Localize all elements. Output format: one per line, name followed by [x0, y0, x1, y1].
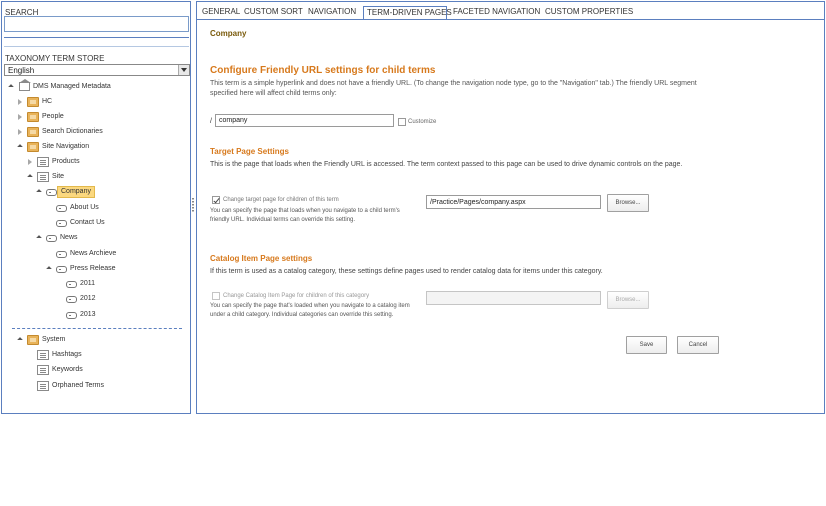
target-page-browse-button[interactable]: Browse...	[607, 194, 649, 212]
tab-faceted-navigation[interactable]: FACETED NAVIGATION	[450, 6, 543, 20]
url-prefix: /	[210, 118, 212, 125]
target-page-description: This is the page that loads when the Fri…	[210, 161, 683, 168]
tree-node-label[interactable]: 2011	[80, 278, 95, 290]
term-icon	[56, 251, 67, 258]
tree-node-label[interactable]: People	[42, 111, 64, 123]
change-catalog-page-label: Change Catalog Item Page for children of…	[223, 293, 370, 299]
expand-toggle-icon[interactable]	[17, 337, 23, 343]
language-select[interactable]: English	[4, 64, 190, 76]
tree-node-label[interactable]: System	[42, 334, 65, 346]
language-select-value: English	[8, 66, 35, 75]
catalog-page-help: You can specify the page that's loaded w…	[210, 303, 410, 318]
tab-strip-rule	[197, 19, 824, 20]
tree-node-label[interactable]: About Us	[70, 202, 99, 214]
chevron-down-icon[interactable]	[178, 65, 189, 75]
tree-node-label[interactable]: Company	[57, 186, 95, 198]
catalog-page-browse-button[interactable]: Browse...	[607, 291, 649, 309]
tab-custom-properties[interactable]: CUSTOM PROPERTIES	[542, 6, 636, 20]
expand-toggle-icon[interactable]	[18, 114, 22, 120]
group-icon	[27, 112, 39, 122]
term-store-label: TAXONOMY TERM STORE	[5, 54, 105, 63]
tree-node-label[interactable]: 2012	[80, 293, 96, 305]
term-icon	[66, 312, 77, 319]
tree-node-label[interactable]: Search Dictionaries	[42, 126, 103, 138]
change-catalog-page-checkbox[interactable]	[212, 292, 220, 300]
term-icon	[46, 189, 57, 196]
term-properties-pane: GENERAL CUSTOM SORT NAVIGATION TERM-DRIV…	[196, 1, 825, 414]
expand-toggle-icon[interactable]	[18, 129, 22, 135]
termset-icon	[37, 365, 49, 375]
store-icon	[19, 79, 31, 91]
tree-node-label[interactable]: Hashtags	[52, 349, 82, 361]
term-title: Company	[210, 29, 247, 38]
friendly-url-heading: Configure Friendly URL settings for chil…	[210, 65, 436, 76]
term-icon	[66, 281, 77, 288]
target-page-input[interactable]: /Practice/Pages/company.aspx	[426, 195, 601, 209]
friendly-url-input[interactable]: company	[215, 114, 394, 127]
tree-node-label[interactable]: Orphaned Terms	[52, 380, 104, 392]
group-icon	[27, 142, 39, 152]
expand-toggle-icon[interactable]	[36, 189, 42, 195]
termset-icon	[37, 172, 49, 182]
expand-toggle-icon[interactable]	[28, 159, 32, 165]
change-target-page-label: Change target page for children of this …	[223, 197, 339, 203]
tab-custom-sort[interactable]: CUSTOM SORT	[241, 6, 306, 20]
termset-icon	[37, 381, 49, 391]
customize-label: Customize	[408, 119, 437, 125]
change-target-page-checkbox[interactable]	[212, 196, 220, 204]
target-page-help: You can specify the page that loads when…	[210, 208, 400, 223]
search-input[interactable]	[4, 16, 189, 32]
tree-node-label[interactable]: Contact Us	[70, 217, 105, 229]
term-icon	[56, 205, 67, 212]
tree-node-label[interactable]: News Archieve	[70, 248, 116, 260]
save-button[interactable]: Save	[626, 336, 667, 354]
tree-node-label[interactable]: 2013	[80, 309, 96, 321]
expand-toggle-icon[interactable]	[36, 235, 42, 241]
group-icon	[27, 335, 39, 345]
tree-node-label[interactable]: Site	[52, 171, 64, 183]
termset-icon	[37, 157, 49, 167]
tree-divider	[12, 328, 182, 329]
expand-toggle-icon[interactable]	[8, 84, 14, 90]
tab-general[interactable]: GENERAL	[199, 6, 243, 20]
expand-toggle-icon[interactable]	[18, 99, 22, 105]
group-icon	[27, 127, 39, 137]
tab-term-driven-pages[interactable]: TERM-DRIVEN PAGES	[363, 6, 452, 20]
cancel-button[interactable]: Cancel	[677, 336, 719, 354]
expand-toggle-icon[interactable]	[46, 266, 52, 272]
expand-toggle-icon[interactable]	[17, 144, 23, 150]
tree-node-label[interactable]: DMS Managed Metadata	[33, 81, 111, 93]
catalog-item-description: If this term is used as a catalog catego…	[210, 268, 603, 275]
pane-splitter-handle[interactable]	[192, 198, 194, 212]
target-page-heading: Target Page Settings	[210, 147, 289, 156]
divider	[4, 37, 189, 38]
term-icon	[56, 266, 67, 273]
tree-node-label[interactable]: HC	[42, 96, 52, 108]
tree-node-label[interactable]: Site Navigation	[42, 141, 89, 153]
customize-checkbox[interactable]	[398, 118, 406, 126]
term-icon	[56, 220, 67, 227]
termset-icon	[37, 350, 49, 360]
tab-navigation[interactable]: NAVIGATION	[305, 6, 359, 20]
expand-toggle-icon[interactable]	[27, 174, 33, 180]
catalog-page-input[interactable]	[426, 291, 601, 305]
tree-node-label[interactable]: Products	[52, 156, 80, 168]
tree-node-label[interactable]: News	[60, 232, 78, 244]
tree-node-label[interactable]: Keywords	[52, 364, 83, 376]
term-icon	[46, 235, 57, 242]
divider	[4, 46, 189, 47]
taxonomy-tree-pane: SEARCH TAXONOMY TERM STORE English DMS M…	[1, 1, 191, 414]
term-icon	[66, 296, 77, 303]
catalog-item-heading: Catalog Item Page settings	[210, 254, 313, 263]
group-icon	[27, 97, 39, 107]
friendly-url-description: This term is a simple hyperlink and does…	[210, 80, 697, 97]
tree-node-label[interactable]: Press Release	[70, 263, 116, 275]
